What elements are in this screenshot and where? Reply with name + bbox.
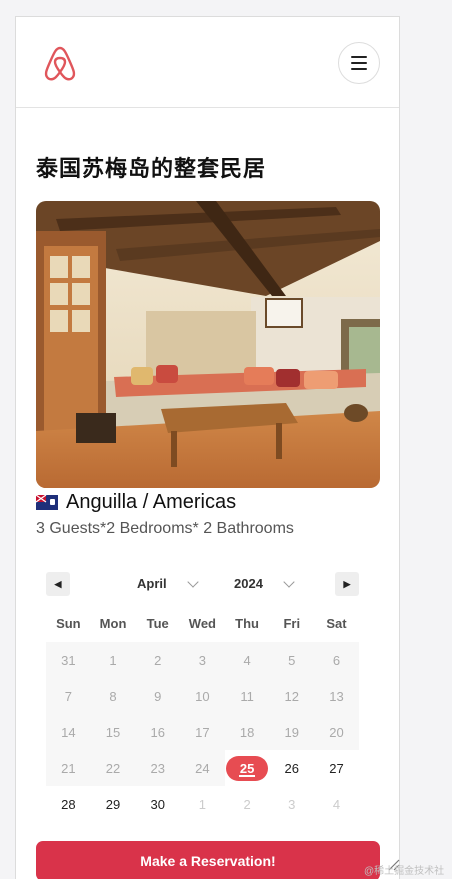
calendar-day-label: 25: [226, 755, 269, 781]
calendar-day[interactable]: 29: [91, 786, 136, 822]
calendar-day: 3: [180, 642, 225, 678]
weekday-label: Wed: [188, 616, 217, 631]
calendar-day: 1: [90, 642, 136, 678]
year-label: 2024: [234, 576, 263, 591]
calendar-day[interactable]: 27: [314, 750, 359, 786]
calendar-day: 16: [135, 714, 181, 750]
make-reservation-button[interactable]: Make a Reservation!: [36, 841, 380, 879]
calendar-day: 24: [180, 750, 225, 786]
calendar-day: 15: [90, 714, 136, 750]
triangle-right-icon[interactable]: ▶: [335, 572, 359, 596]
listing-specs: 3 Guests*2 Bedrooms* 2 Bathrooms: [36, 520, 294, 537]
weekday-label: Mon: [99, 616, 127, 631]
calendar-day: 2: [135, 642, 181, 678]
calendar-day: 21: [46, 750, 91, 786]
weekday-header: Sun Mon Tue Wed Thu Fri Sat: [46, 616, 359, 638]
calendar-days: 31 1 2 3 4 5 6 7 8 9 10 11 12 13 14 15 16 17 18 19 20 21 22 23 2…: [46, 642, 359, 822]
anguilla-flag-icon: [36, 495, 58, 510]
calendar-day: 3: [269, 786, 315, 822]
chevron-down-icon: [186, 575, 199, 588]
listing-title: 泰国苏梅岛的整套民居: [36, 156, 267, 181]
calendar-day: 23: [135, 750, 181, 786]
location-text: Anguilla / Americas: [66, 491, 237, 513]
calendar-day: 13: [314, 678, 359, 714]
listing-card: 泰国苏梅岛的整套民居 Anguilla / Americas 3 Guests*…: [15, 16, 400, 879]
listing-location: Anguilla / Americas: [36, 491, 236, 514]
calendar-day: 31: [46, 642, 91, 678]
calendar-day: 4: [224, 642, 270, 678]
calendar-day: 4: [314, 786, 359, 822]
calendar-day[interactable]: 28: [46, 786, 91, 822]
airbnb-logo-icon[interactable]: [42, 45, 78, 83]
calendar-day: 9: [135, 678, 181, 714]
weekday-label: Sat: [326, 616, 347, 631]
triangle-left-icon[interactable]: ◀: [46, 572, 70, 596]
calendar-day: 11: [224, 678, 270, 714]
calendar-day: 22: [90, 750, 136, 786]
calendar-day[interactable]: 26: [269, 750, 314, 786]
calendar-day: 1: [180, 786, 225, 822]
calendar-day: 7: [46, 678, 91, 714]
weekday-label: Tue: [146, 616, 169, 631]
month-label: April: [137, 576, 167, 591]
calendar-day: 14: [46, 714, 91, 750]
hamburger-icon: [351, 56, 367, 58]
calendar-day: 17: [180, 714, 225, 750]
listing-photo[interactable]: [36, 201, 380, 488]
calendar: ◀ April 2024 ▶ Sun Mon Tue Wed Thu Fri S…: [46, 572, 359, 822]
weekday-label: Thu: [235, 616, 259, 631]
calendar-day: 20: [314, 714, 359, 750]
calendar-day: 5: [269, 642, 315, 678]
calendar-day-selected[interactable]: 25: [224, 750, 270, 786]
calendar-day: 10: [180, 678, 225, 714]
calendar-day: 2: [224, 786, 270, 822]
calendar-day[interactable]: 30: [135, 786, 180, 822]
menu-button[interactable]: [338, 42, 380, 84]
weekday-label: Fri: [283, 616, 301, 631]
calendar-day: 6: [314, 642, 359, 678]
calendar-day: 8: [90, 678, 136, 714]
weekday-label: Sun: [56, 616, 81, 631]
watermark: @稀土掘金技术社区: [364, 866, 445, 877]
calendar-day: 19: [269, 714, 315, 750]
calendar-day: 12: [269, 678, 315, 714]
app-header: [16, 17, 399, 108]
calendar-day: 18: [224, 714, 270, 750]
chevron-down-icon: [283, 575, 295, 588]
calendar-nav: ◀ April 2024 ▶: [46, 572, 359, 596]
year-select[interactable]: 2024: [234, 575, 295, 591]
month-select[interactable]: April: [137, 575, 199, 591]
